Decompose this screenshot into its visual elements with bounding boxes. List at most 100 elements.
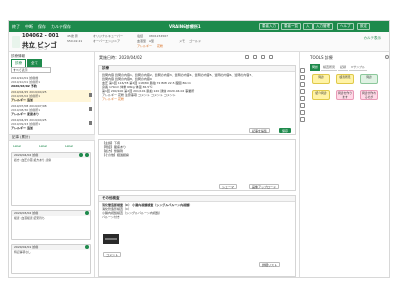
image-upload-button[interactable]: 画像アップロード [249, 184, 280, 189]
tools-panel: TOOLS 診療 問診 検査所見 記録 Vサンプル 問診 検査所見 問診 紹介問診 問… [299, 52, 389, 277]
record-body: 処方: 血圧の薬 処方あり 診察 [14, 158, 52, 162]
record-body: 検査: 血液検査 結果待ち [14, 216, 45, 220]
menu-exit[interactable]: 終了 [12, 24, 20, 30]
pen-icon[interactable] [300, 68, 305, 73]
memo-body[interactable]: 【主訴】下痢 【現症】腹痛あり 【処方】整腸剤 【その他】経過観察 [99, 140, 295, 158]
exam-date: 実施日時：2020/04/02 [99, 55, 143, 60]
visit-comment: アレルギー 追加 [11, 126, 34, 130]
tool-tile[interactable]: 問診 [360, 74, 378, 84]
schema-button[interactable]: シェーマ [219, 184, 238, 189]
phone-label: 電話 [137, 34, 144, 38]
allergy-value: 花粉 [157, 44, 164, 48]
visit-comment: アレルギー 変更あり [11, 112, 40, 116]
add-icon[interactable] [79, 153, 83, 157]
chart-section: 診療 質問内容 質問の内容1、質問の内容2、質問の内容3、質問の内容4、質問の内… [98, 65, 296, 135]
visit-item[interactable]: 2019/04/25 2019/04/25 2019/09/23 診療所1 アレ… [11, 118, 91, 130]
chart-display-link[interactable]: カルテ表示 [364, 36, 382, 41]
save-button[interactable]: 保存 [279, 128, 292, 133]
visit-comment: 2020/04/02 予約 [11, 84, 37, 88]
app-title: VRAIN6診療所1 [169, 24, 201, 29]
label-button-1[interactable]: Label [13, 144, 21, 148]
edit-record-link[interactable]: 記事を編集 [249, 128, 271, 133]
record-card[interactable]: 2020/04/02 診療 処方: 血圧の薬 処方あり 診察 [11, 152, 91, 206]
tools-title: TOOLS 診療 [310, 55, 333, 60]
search-icon[interactable] [300, 75, 305, 80]
edit-icon[interactable] [85, 153, 89, 157]
calendar-icon[interactable] [300, 82, 305, 87]
visit-item[interactable]: 2019/07/08 2019/07/08 2019/08/30 診療所1 アレ… [11, 104, 91, 116]
tool-tile[interactable]: 紹介問診 [312, 90, 330, 100]
memo-label: メモ [179, 39, 186, 43]
redo-icon[interactable] [253, 55, 257, 59]
record-body: 特記事項なし [14, 250, 31, 254]
label-button-2[interactable]: Label [39, 144, 47, 148]
trash-icon[interactable] [89, 107, 92, 111]
clipboard-icon[interactable] [300, 117, 305, 122]
records-section-header: 記事 (累計) [9, 134, 95, 141]
menu-suspend[interactable]: 中断 [25, 24, 33, 30]
settings-button[interactable]: 設定 [357, 23, 370, 30]
trash-icon[interactable] [89, 121, 92, 125]
print-icon[interactable] [269, 55, 273, 59]
patient-avatar-icon [12, 36, 20, 48]
other-exam-section: その他検査 消化管造影検査（C） 小腸内視鏡検査（シングルバルーン内視鏡） 消化… [98, 195, 296, 277]
visit-history-panel: 診療情報 診療 全て すべて表示 2019/10/01 診療前 2019/10/0… [9, 52, 95, 277]
tool-tile[interactable]: 問診が作れるのが [360, 90, 378, 100]
chart-editor: 実施日時：2020/04/02 診療 質問内容 質問の内容1、質問の内容2、質問… [95, 52, 299, 277]
tab-vsample[interactable]: Vサンプル [349, 64, 368, 71]
app-window: 終了 中断 保存 カルテ保存 VRAIN6診療所1 患者入力 患者ー覧 入 入力… [8, 20, 390, 278]
document-icon[interactable] [300, 89, 305, 94]
tools-tabs: 問診 検査所見 記録 Vサンプル [310, 64, 368, 71]
filter-select[interactable]: すべて表示 [11, 67, 51, 73]
tab-questionnaire[interactable]: 問診 [310, 64, 321, 71]
list-icon[interactable] [300, 110, 305, 115]
visit-item[interactable]: 2019/04/25 2019/04/25 2019/05/02 診療所1 アレ… [11, 90, 91, 102]
menu-chart-save[interactable]: カルテ保存 [51, 24, 71, 30]
record-card[interactable]: 2020/03/02 診療 検査: 血液検査 結果待ち [11, 210, 91, 240]
memo-line: 【その他】経過観察 [102, 153, 130, 157]
allergy-highlight: アレルギー 花粉 [102, 97, 124, 101]
tool-tile[interactable]: 問診 [312, 74, 330, 84]
patient-kana: キョウリツ ビンゴ [22, 46, 47, 50]
help-button[interactable]: ヘルプ [337, 23, 354, 30]
add-icon[interactable] [85, 245, 89, 249]
entry-button[interactable]: 入 [303, 23, 313, 30]
tool-tile[interactable]: 問診を作ります [336, 90, 354, 100]
add-icon[interactable] [85, 211, 89, 215]
memo-section[interactable]: 【主訴】下痢 【現症】腹痛あり 【処方】整腸剤 【その他】経過観察 シェーマ 画… [98, 139, 296, 191]
patient-header: 104062 - 001 共立 ビンゴ キョウリツ ビンゴ 45歳 男 S50.… [9, 32, 389, 52]
exam-item[interactable]: バルーン付き [102, 215, 292, 219]
blood-value: A型 [149, 39, 155, 43]
insurance-line2: オーバーエンジニア [93, 39, 120, 43]
top-bar: 終了 中断 保存 カルテ保存 VRAIN6診療所1 患者入力 患者ー覧 入 入力… [9, 21, 389, 32]
tab-findings[interactable]: 検査所見 [321, 64, 338, 71]
blood-label: 血液型 [137, 39, 147, 43]
chart-icon[interactable] [300, 103, 305, 108]
memo-value: ゴールド [189, 39, 202, 43]
entry-manage-button[interactable]: 入力管理 [313, 23, 333, 30]
tab-records[interactable]: 記録 [338, 64, 349, 71]
patient-birth: S50.02.21 [67, 39, 83, 43]
image-icon[interactable] [300, 96, 305, 101]
menu-save[interactable]: 保存 [38, 24, 46, 30]
visit-comment: アレルギー 追加 [11, 98, 34, 102]
other-exam-body: 消化管造影検査（C） 小腸内視鏡検査（シングルバルーン内視鏡） 消化管造影検査（… [99, 202, 295, 220]
tool-tile[interactable]: 検査所見 [336, 74, 354, 84]
side-toolbar [300, 66, 306, 124]
allergy-label: アレルギー [137, 44, 153, 48]
comment-label: コメント [103, 252, 122, 257]
undo-icon[interactable] [245, 55, 249, 59]
visit-item[interactable]: 2019/10/01 診療前 2019/10/01 診療所1 2020/04/0… [11, 76, 91, 88]
copy-icon[interactable] [261, 55, 265, 59]
phone-value: 0801234567 [149, 34, 169, 38]
close-icon[interactable] [385, 55, 389, 59]
chart-section-body[interactable]: 質問内容 質問の内容1、質問の内容2、質問の内容3、質問の内容4、質問の内容5、… [99, 72, 295, 102]
patient-input-button[interactable]: 患者入力 [259, 23, 279, 30]
record-card[interactable]: 2020/02/01 診療 特記事項なし [11, 244, 91, 274]
exam-image-thumbnail[interactable] [103, 234, 119, 244]
trash-icon[interactable] [89, 93, 92, 97]
label-button-3[interactable]: Label [65, 144, 73, 148]
patient-list-button[interactable]: 患者ー覧 [281, 23, 301, 30]
insurance-line1: オリジナルキューパー [93, 34, 123, 38]
detail-list-link[interactable]: 詳細リスト [259, 262, 281, 267]
